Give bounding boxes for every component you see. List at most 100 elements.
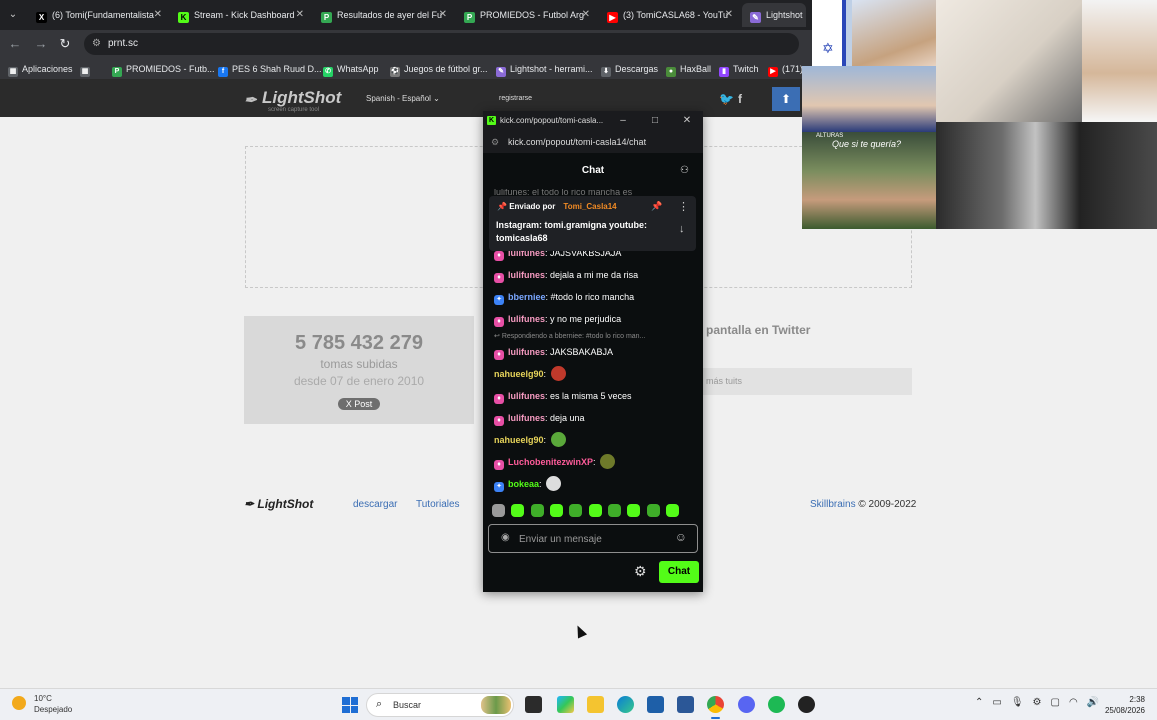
- twitter-icon[interactable]: 🐦: [719, 92, 734, 106]
- close-tab-icon[interactable]: ✕: [439, 3, 447, 27]
- bookmark-grid[interactable]: ▦: [80, 62, 94, 77]
- bookmark-juegos[interactable]: ⚽ Juegos de fútbol gr...: [390, 62, 488, 77]
- tab-resultados[interactable]: P Resultados de ayer del Fu ✕: [313, 3, 453, 27]
- webcam-overlay-band: [936, 122, 1157, 229]
- more-tweets-link[interactable]: más tuits: [698, 368, 912, 395]
- lightshot-logo[interactable]: ✒ LightShot screen capture tool: [244, 88, 341, 113]
- x-icon: X: [36, 12, 47, 23]
- expand-arrow-icon[interactable]: ↓: [679, 223, 685, 235]
- promiedos-icon: P: [464, 12, 475, 23]
- emote-icon[interactable]: [531, 504, 544, 517]
- close-tab-icon[interactable]: ✕: [154, 3, 162, 27]
- screenshot-count-since: desde 07 de enero 2010: [293, 374, 425, 388]
- pinned-header: 📌 Enviado por Tomi_Casla14: [497, 202, 617, 211]
- emote-icon[interactable]: [647, 504, 660, 517]
- file-explorer-icon[interactable]: [587, 696, 604, 713]
- chat-message: ✦ bokeaa:: [494, 475, 694, 493]
- tab-search-chevron-icon[interactable]: ⌄: [4, 6, 22, 24]
- bookmark-youtube[interactable]: ▶ (171): [768, 62, 803, 77]
- language-select[interactable]: Spanish - Español ⌄: [366, 94, 440, 103]
- maximize-icon[interactable]: □: [647, 111, 663, 131]
- minimize-icon[interactable]: –: [615, 111, 631, 131]
- settings-icon[interactable]: ⚙: [1033, 697, 1051, 708]
- discord-icon[interactable]: [738, 696, 755, 713]
- facebook-icon[interactable]: f: [738, 92, 742, 106]
- skillbrains-link[interactable]: Skillbrains: [810, 499, 856, 510]
- close-tab-icon[interactable]: ✕: [296, 3, 304, 27]
- chat-message-input[interactable]: [519, 529, 669, 549]
- close-icon[interactable]: ✕: [679, 111, 695, 131]
- back-arrow-icon[interactable]: ←: [6, 35, 24, 53]
- close-tab-icon[interactable]: ✕: [582, 3, 590, 27]
- weather-widget[interactable]: 10°C Despejado: [12, 693, 72, 715]
- emote-icon[interactable]: [589, 504, 602, 517]
- emote-icon[interactable]: [550, 504, 563, 517]
- download-icon: ⬇: [601, 67, 611, 77]
- bookmark-haxball[interactable]: ● HaxBall: [666, 62, 711, 77]
- bookmark-descargas[interactable]: ⬇ Descargas: [601, 62, 658, 77]
- footer-logo[interactable]: ✒ LightShot: [244, 497, 313, 511]
- tab-promiedos[interactable]: P PROMIEDOS - Futbol Arg ✕: [456, 3, 596, 27]
- task-view-icon[interactable]: [525, 696, 542, 713]
- send-chat-button[interactable]: Chat: [659, 561, 699, 583]
- clock[interactable]: 2:38 25/08/2026: [1105, 694, 1145, 716]
- tab-lightshot[interactable]: ✎ Lightshot: [742, 3, 806, 27]
- windows-start-icon[interactable]: [342, 697, 358, 713]
- chat-settings-gear-icon[interactable]: ⚙: [634, 563, 647, 580]
- bookmark-pes6[interactable]: f PES 6 Shah Ruud D...: [218, 62, 322, 77]
- feather-icon: ✒: [244, 92, 257, 109]
- pinned-message: 📌 Enviado por Tomi_Casla14 📌 ⋮ Instagram:…: [489, 196, 696, 251]
- reload-icon[interactable]: ↻: [56, 35, 74, 53]
- tab-kick-dashboard[interactable]: K Stream - Kick Dashboard ✕: [170, 3, 310, 27]
- emote-icon[interactable]: [627, 504, 640, 517]
- upload-icon[interactable]: ⬆: [772, 87, 800, 111]
- emote-icon[interactable]: [569, 504, 582, 517]
- system-tray[interactable]: ⌃▭🎙⚙▢◠🔊: [975, 697, 1108, 708]
- display-icon[interactable]: ▢: [1051, 697, 1069, 708]
- word-icon[interactable]: [677, 696, 694, 713]
- spotify-icon[interactable]: [768, 696, 785, 713]
- bookmark-twitch[interactable]: ▮ Twitch: [719, 62, 759, 77]
- pin-icon[interactable]: 📌: [651, 201, 662, 212]
- wifi-icon[interactable]: ◠: [1069, 697, 1087, 708]
- emote-icon[interactable]: [608, 504, 621, 517]
- chrome-icon[interactable]: [707, 696, 724, 719]
- bookmark-lightshot[interactable]: ✎ Lightshot - herrami...: [496, 62, 593, 77]
- footer-link-descargar[interactable]: descargar: [353, 499, 397, 510]
- calculator-icon[interactable]: [647, 696, 664, 713]
- tab-youtube[interactable]: ▶ (3) TomiCASLA68 - YouTu ✕: [599, 3, 739, 27]
- address-bar[interactable]: ⚙ prnt.sc: [84, 33, 799, 55]
- x-post-button[interactable]: X Post: [337, 398, 381, 410]
- chat-users-icon[interactable]: ⚇: [680, 153, 689, 189]
- emote-icon[interactable]: [492, 504, 505, 517]
- verified-badge-icon: ✦: [494, 295, 504, 305]
- chat-message: ♦ lulifunes: es la misma 5 veces: [494, 387, 694, 405]
- chat-message: nahueelg90:: [494, 365, 694, 383]
- popup-url-bar[interactable]: ⚙ kick.com/popout/tomi-casla14/chat: [483, 131, 703, 153]
- screenshot-counter-panel: 5 785 432 279 tomas subidas desde 07 de …: [244, 316, 474, 424]
- footer-link-tutoriales[interactable]: Tutoriales: [416, 499, 460, 510]
- edge-icon[interactable]: [617, 696, 634, 713]
- chat-badge-icon[interactable]: ◉: [501, 532, 510, 543]
- site-info-icon[interactable]: ⚙: [92, 33, 101, 55]
- bookmark-promiedos[interactable]: P PROMIEDOS - Futb...: [112, 62, 215, 77]
- more-options-icon[interactable]: ⋮: [678, 200, 689, 213]
- register-link[interactable]: registrarse: [499, 95, 532, 102]
- chevron-up-icon[interactable]: ⌃: [975, 697, 992, 708]
- emote-icon[interactable]: [511, 504, 524, 517]
- mic-icon[interactable]: 🎙: [1011, 697, 1033, 708]
- copilot-icon[interactable]: [557, 696, 574, 713]
- battery-icon: ▭: [992, 697, 1011, 708]
- close-tab-icon[interactable]: ✕: [725, 3, 733, 27]
- tab-x[interactable]: X (6) Tomi(Fundamentalista ✕: [28, 3, 168, 27]
- bookmark-aplicaciones[interactable]: ▦ Aplicaciones: [8, 62, 73, 77]
- taskbar-search[interactable]: ⌕ Buscar: [366, 693, 514, 717]
- forward-arrow-icon[interactable]: →: [32, 35, 50, 53]
- emoji-icon[interactable]: ☺: [675, 530, 687, 544]
- subscriber-badge-icon: ♦: [494, 251, 504, 261]
- reply-context: ↩ Respondiendo a bberniee: #todo lo rico…: [494, 333, 646, 340]
- mouse-cursor: [572, 623, 588, 639]
- emote-icon[interactable]: [666, 504, 679, 517]
- obs-icon[interactable]: [798, 696, 815, 713]
- bookmark-whatsapp[interactable]: ✆ WhatsApp: [323, 62, 379, 77]
